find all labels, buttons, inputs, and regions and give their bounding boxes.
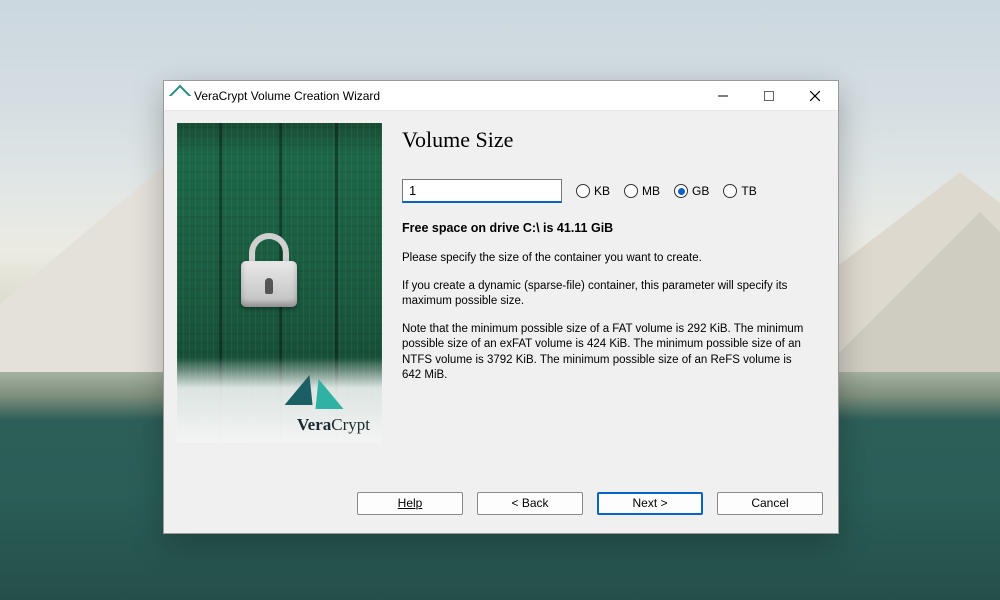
next-button-label: Next > — [632, 496, 667, 510]
wallpaper-mountain — [820, 212, 1000, 372]
radio-icon — [723, 184, 737, 198]
radio-icon — [576, 184, 590, 198]
help-button-label: Help — [398, 496, 423, 510]
cancel-button[interactable]: Cancel — [717, 492, 823, 515]
desktop-wallpaper: VeraCrypt Volume Creation Wizard — [0, 0, 1000, 600]
unit-mb-label: MB — [642, 184, 660, 198]
back-button-label: < Back — [511, 496, 548, 510]
brand-name-bold: Vera — [297, 415, 331, 434]
unit-kb-label: KB — [594, 184, 610, 198]
unit-tb-radio[interactable]: TB — [723, 184, 756, 198]
maximize-button[interactable] — [746, 81, 792, 111]
back-button[interactable]: < Back — [477, 492, 583, 515]
veracrypt-app-icon — [172, 88, 188, 104]
minimize-button[interactable] — [700, 81, 746, 111]
titlebar[interactable]: VeraCrypt Volume Creation Wizard — [164, 81, 838, 111]
unit-mb-radio[interactable]: MB — [624, 184, 660, 198]
unit-gb-label: GB — [692, 184, 709, 198]
wizard-footer: Help < Back Next > Cancel — [177, 483, 825, 523]
veracrypt-brand: VeraCrypt — [177, 357, 382, 443]
wizard-window: VeraCrypt Volume Creation Wizard — [163, 80, 839, 534]
volume-size-input[interactable] — [402, 179, 562, 203]
instruction-text: Please specify the size of the container… — [402, 251, 812, 267]
free-space-text: Free space on drive C:\ is 41.11 GiB — [402, 221, 825, 235]
page-heading: Volume Size — [402, 127, 825, 153]
radio-icon — [624, 184, 638, 198]
unit-tb-label: TB — [741, 184, 756, 198]
cancel-button-label: Cancel — [751, 496, 788, 510]
dynamic-note-text: If you create a dynamic (sparse-file) co… — [402, 279, 812, 310]
min-size-note-text: Note that the minimum possible size of a… — [402, 322, 812, 384]
radio-icon — [674, 184, 688, 198]
next-button[interactable]: Next > — [597, 492, 703, 515]
wizard-content: Volume Size KB MB GB — [402, 123, 825, 483]
close-button[interactable] — [792, 81, 838, 111]
window-title: VeraCrypt Volume Creation Wizard — [194, 89, 380, 103]
help-button[interactable]: Help — [357, 492, 463, 515]
brand-name-rest: Crypt — [331, 415, 370, 434]
wizard-side-image: VeraCrypt — [177, 123, 382, 443]
padlock-icon — [241, 233, 297, 307]
unit-kb-radio[interactable]: KB — [576, 184, 610, 198]
veracrypt-logo-icon — [290, 375, 342, 413]
unit-gb-radio[interactable]: GB — [674, 184, 709, 198]
